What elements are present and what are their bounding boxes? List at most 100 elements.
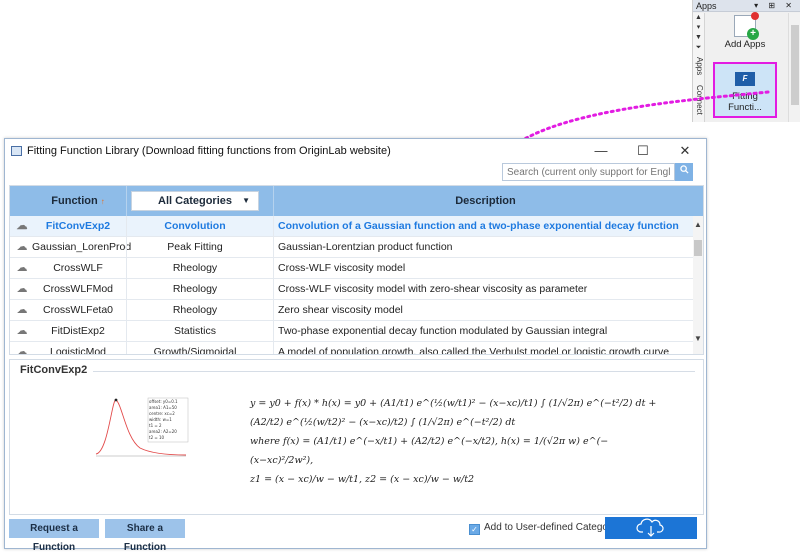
detail-title: FitConvExp2: [20, 364, 94, 376]
header-divider: [126, 186, 127, 216]
function-category-cell: Rheology: [172, 262, 218, 274]
formula-line-3: z1 = (x − xc)/w − w/t1, z2 = (x − xc)/w …: [250, 474, 475, 485]
function-description-cell: Cross-WLF viscosity model with zero-shea…: [278, 283, 588, 295]
table-row[interactable]: ☁ CrossWLF Rheology Cross-WLF viscosity mod…: [10, 258, 694, 279]
function-name-cell: CrossWLF: [53, 262, 103, 274]
header-divider: [273, 186, 274, 216]
download-button[interactable]: [605, 517, 697, 539]
apps-scroll-thumb[interactable]: [791, 25, 799, 105]
function-name-cell: CrossWLFMod: [42, 283, 113, 295]
scroll-up-icon[interactable]: ▲: [693, 13, 704, 23]
scroll-down-icon[interactable]: ▼: [693, 33, 704, 43]
cloud-download-icon: [636, 518, 664, 537]
minimize-button[interactable]: —: [580, 139, 622, 163]
maximize-button[interactable]: ☐: [622, 139, 664, 163]
cell-divider: [126, 216, 127, 236]
cloud-download-icon[interactable]: ☁: [16, 321, 28, 342]
header-function[interactable]: Function ↑: [32, 186, 124, 217]
function-description-cell: Cross-WLF viscosity model: [278, 262, 406, 274]
window-title: Fitting Function Library (Download fitti…: [27, 145, 391, 157]
panel-header-icons[interactable]: ▾ ⊞ ✕: [754, 0, 796, 12]
preview-params: offset: y0=0.1 area1: A1=50 centre: xc=2 wi…: [149, 399, 178, 441]
formula-line-2: where f(x) = (A1/t1) e^(−x/t1) + (A2/t2)…: [250, 436, 609, 466]
table-row[interactable]: ☁ CrossWLFeta0 Rheology Zero shear viscosit…: [10, 300, 694, 321]
chevron-down-icon: ▼: [242, 196, 250, 205]
add-to-category-label: Add to User-defined Category: [484, 522, 617, 533]
search-button[interactable]: [675, 163, 693, 181]
cell-divider: [273, 300, 274, 320]
add-to-category-checkbox[interactable]: ✓: [469, 524, 480, 535]
cell-divider: [126, 258, 127, 278]
cloud-download-icon[interactable]: ☁: [16, 342, 28, 354]
dialog-footer: Request a Function Share a Function ✓ Add…: [9, 517, 704, 553]
cell-divider: [126, 237, 127, 257]
function-name-cell: Gaussian_LorenProd: [32, 241, 132, 253]
grid-scroll-thumb[interactable]: [694, 240, 702, 256]
add-to-category-option[interactable]: ✓ Add to User-defined Category: [469, 520, 616, 536]
window-app-icon: [11, 146, 22, 156]
search-icon: [679, 165, 689, 174]
table-row[interactable]: ☁ FitConvExp2 Convolution Convolution of a …: [10, 216, 694, 237]
function-name-cell: CrossWLFeta0: [42, 304, 114, 316]
cloud-download-icon[interactable]: ☁: [16, 258, 28, 279]
function-description-cell: A model of population growth, also calle…: [278, 346, 670, 355]
cloud-download-icon[interactable]: ☁: [16, 279, 28, 300]
fitting-function-app-button[interactable]: F Fitting Functi...: [713, 62, 777, 118]
preview-param: t2 = 10: [149, 435, 165, 440]
scroll-down-icon[interactable]: ▼: [693, 334, 703, 343]
cell-divider: [273, 258, 274, 278]
header-description: Description: [455, 195, 516, 207]
fitting-app-label-1: Fitting: [732, 91, 758, 102]
table-row[interactable]: ☁ CrossWLFMod Rheology Cross-WLF viscosity …: [10, 279, 694, 300]
window-titlebar[interactable]: Fitting Function Library (Download fitti…: [5, 139, 706, 163]
function-category-cell: Rheology: [172, 304, 218, 316]
formula-line-1: y = y0 + f(x) * h(x) = y0 + (A1/t1) e^(½…: [250, 398, 657, 428]
add-apps-label: Add Apps: [724, 39, 766, 50]
request-function-button[interactable]: Request a Function: [9, 519, 99, 553]
apps-side-strip: ▲ ▾ ▼ ⏷ Apps Connect: [693, 13, 705, 122]
search-box: [502, 163, 693, 181]
side-tab-apps[interactable]: Apps: [694, 57, 704, 75]
close-button[interactable]: ✕: [664, 139, 706, 163]
cell-divider: [126, 321, 127, 341]
pin-icon[interactable]: ▾: [693, 23, 704, 33]
grid-scrollbar[interactable]: ▲ ▼: [693, 216, 703, 354]
scroll-up-icon[interactable]: ▲: [693, 220, 703, 229]
function-description-cell: Gaussian-Lorentzian product function: [278, 241, 453, 253]
fitting-function-library-window: Fitting Function Library (Download fitti…: [4, 138, 707, 553]
share-function-button[interactable]: Share a Function: [105, 519, 185, 553]
table-row[interactable]: ☁ FitDistExp2 Statistics Two-phase exponent…: [10, 321, 694, 342]
cell-divider: [273, 279, 274, 299]
function-grid: Function ↑ All Categories ▼ Description ☁…: [9, 185, 704, 355]
function-description-cell: Zero shear viscosity model: [278, 304, 403, 316]
cell-divider: [273, 216, 274, 236]
fitting-app-label-2: Functi...: [728, 102, 762, 113]
add-apps-button[interactable]: + Add Apps: [709, 12, 781, 57]
function-name-cell: FitDistExp2: [51, 325, 105, 337]
table-row[interactable]: ☁ LogisticMod Growth/Sigmoidal A model of p…: [10, 342, 694, 355]
cell-divider: [126, 300, 127, 320]
category-select-value: All Categories: [158, 195, 232, 207]
apps-panel-title: Apps: [696, 1, 717, 11]
side-tab-connect[interactable]: Connect: [694, 85, 704, 115]
cell-divider: [273, 237, 274, 257]
sort-arrow-icon: ↑: [100, 197, 105, 206]
cloud-download-icon[interactable]: ☁: [16, 300, 28, 321]
search-input[interactable]: [502, 163, 675, 181]
function-category-cell: Rheology: [172, 283, 218, 295]
cell-divider: [273, 321, 274, 341]
detail-divider: [92, 371, 695, 372]
function-category-cell: Statistics: [173, 325, 216, 337]
scroll-end-icon[interactable]: ⏷: [693, 43, 704, 53]
grid-header: Function ↑ All Categories ▼ Description: [10, 186, 703, 216]
notification-dot-icon: [751, 12, 759, 20]
apps-panel-scrollbar[interactable]: [788, 13, 800, 122]
cloud-download-icon[interactable]: ☁: [16, 237, 28, 258]
category-select[interactable]: All Categories ▼: [131, 191, 259, 211]
function-description-cell: Two-phase exponential decay function mod…: [278, 325, 608, 337]
plus-icon: +: [747, 28, 759, 40]
table-row[interactable]: ☁ Gaussian_LorenProd Peak Fitting Gaussian-…: [10, 237, 694, 258]
fitting-function-icon: F: [735, 72, 755, 86]
cloud-download-icon[interactable]: ☁: [16, 216, 28, 237]
cell-divider: [126, 279, 127, 299]
